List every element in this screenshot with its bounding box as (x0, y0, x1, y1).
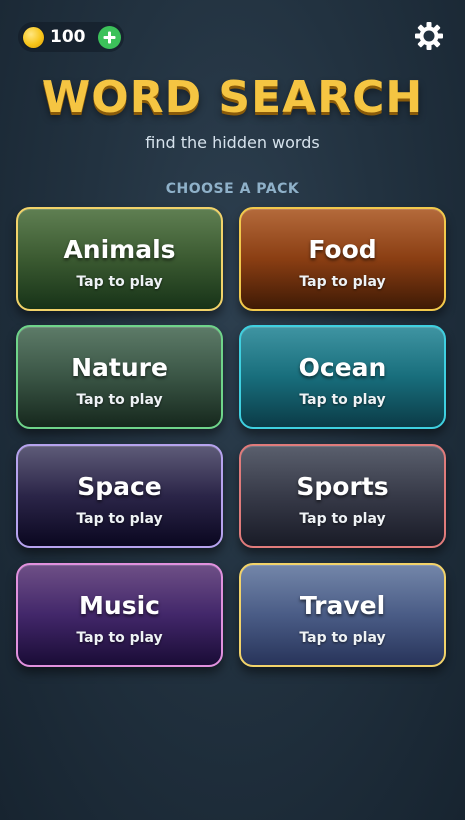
pack-subtitle: Tap to play (76, 274, 163, 290)
coin-count: 100 (50, 27, 86, 47)
pack-name: Travel (299, 591, 386, 620)
pack-travel[interactable]: Travel Tap to play (239, 563, 446, 667)
pack-animals[interactable]: Animals Tap to play (16, 207, 223, 311)
choose-pack-label: CHOOSE A PACK (165, 181, 300, 197)
pack-subtitle: Tap to play (76, 392, 163, 408)
coin-balance: 100 (18, 22, 124, 52)
pack-name: Sports (296, 472, 389, 501)
pack-name: Nature (71, 353, 168, 382)
top-bar: 100 (0, 0, 465, 72)
pack-subtitle: Tap to play (299, 511, 386, 527)
pack-subtitle: Tap to play (299, 274, 386, 290)
pack-name: Ocean (298, 353, 387, 382)
settings-button[interactable] (413, 20, 445, 52)
pack-space[interactable]: Space Tap to play (16, 444, 223, 548)
pack-name: Animals (63, 235, 176, 264)
pack-name: Space (77, 472, 162, 501)
pack-music[interactable]: Music Tap to play (16, 563, 223, 667)
pack-name: Food (308, 235, 377, 264)
game-title: WORD SEARCH (41, 72, 424, 123)
plus-icon (103, 31, 116, 43)
pack-sports[interactable]: Sports Tap to play (239, 444, 446, 548)
pack-nature[interactable]: Nature Tap to play (16, 325, 223, 429)
gear-icon (415, 22, 443, 50)
game-subtitle: find the hidden words (145, 133, 320, 152)
pack-subtitle: Tap to play (299, 630, 386, 646)
pack-ocean[interactable]: Ocean Tap to play (239, 325, 446, 429)
pack-subtitle: Tap to play (76, 511, 163, 527)
add-coins-button[interactable] (98, 25, 121, 49)
pack-name: Music (79, 591, 160, 620)
pack-food[interactable]: Food Tap to play (239, 207, 446, 311)
pack-subtitle: Tap to play (76, 630, 163, 646)
pack-subtitle: Tap to play (299, 392, 386, 408)
coin-icon (23, 26, 44, 48)
